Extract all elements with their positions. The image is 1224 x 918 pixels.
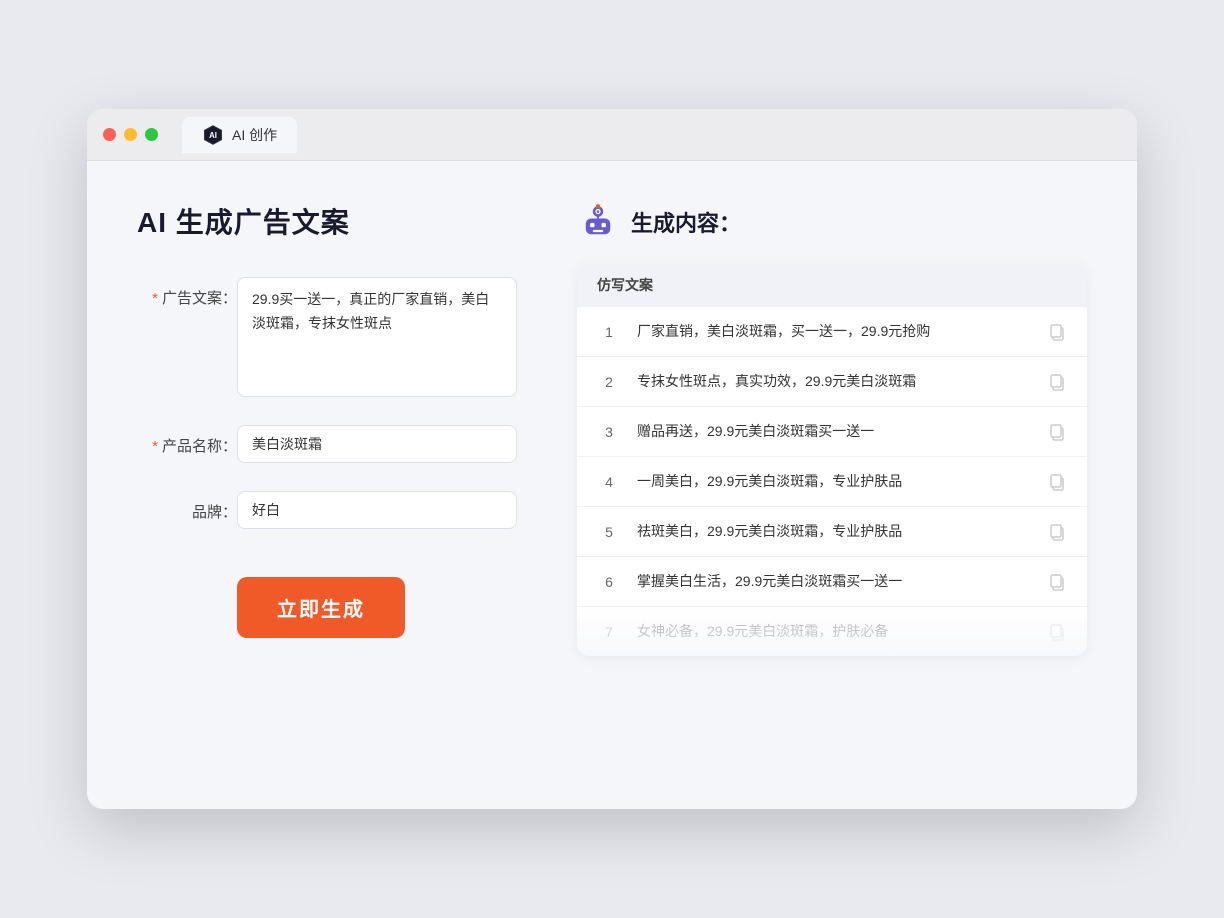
- row-text-2: 专抹女性斑点，真实功效，29.9元美白淡斑霜: [637, 371, 1031, 392]
- ad-label: *广告文案：: [137, 277, 237, 308]
- browser-content: AI 生成广告文案 *广告文案： *产品名称： 品牌： 立: [87, 161, 1137, 696]
- copy-icon-3[interactable]: [1047, 422, 1067, 442]
- result-table-wrap: 仿写文案 1 厂家直销，美白淡斑霜，买一送一，29.9元抢购 2 专抹女性斑点，…: [577, 263, 1087, 656]
- row-num-5: 5: [597, 524, 621, 540]
- tab-ai-create[interactable]: AI AI 创作: [182, 117, 297, 153]
- result-table: 仿写文案 1 厂家直销，美白淡斑霜，买一送一，29.9元抢购 2 专抹女性斑点，…: [577, 263, 1087, 656]
- maximize-button[interactable]: [145, 128, 158, 141]
- row-num-1: 1: [597, 324, 621, 340]
- left-panel: AI 生成广告文案 *广告文案： *产品名称： 品牌： 立: [137, 201, 557, 656]
- result-row: 3 赠品再送，29.9元美白淡斑霜买一送一: [577, 407, 1087, 457]
- brand-label: 品牌：: [137, 491, 237, 522]
- row-num-6: 6: [597, 574, 621, 590]
- result-row-faded: 7 女神必备，29.9元美白淡斑霜，护肤必备: [577, 607, 1087, 656]
- result-row: 2 专抹女性斑点，真实功效，29.9元美白淡斑霜: [577, 357, 1087, 407]
- page-title: AI 生成广告文案: [137, 201, 517, 241]
- header-label: 仿写文案: [597, 277, 653, 293]
- result-header: 生成内容：: [577, 201, 1087, 243]
- result-table-header: 仿写文案: [577, 263, 1087, 307]
- ad-textarea[interactable]: [237, 277, 517, 397]
- traffic-lights: [103, 128, 158, 141]
- tab-label: AI 创作: [232, 125, 277, 145]
- brand-input[interactable]: [237, 491, 517, 529]
- required-star-ad: *: [152, 290, 158, 307]
- result-row: 4 一周美白，29.9元美白淡斑霜，专业护肤品: [577, 457, 1087, 507]
- row-num-7: 7: [597, 624, 621, 640]
- row-num-4: 4: [597, 474, 621, 490]
- browser-toolbar: AI AI 创作: [87, 109, 1137, 161]
- close-button[interactable]: [103, 128, 116, 141]
- product-label: *产品名称：: [137, 425, 237, 456]
- copy-icon-7[interactable]: [1047, 622, 1067, 642]
- svg-text:AI: AI: [209, 131, 217, 140]
- row-text-4: 一周美白，29.9元美白淡斑霜，专业护肤品: [637, 471, 1031, 492]
- result-row: 1 厂家直销，美白淡斑霜，买一送一，29.9元抢购: [577, 307, 1087, 357]
- right-panel: 生成内容： 仿写文案 1 厂家直销，美白淡斑霜，买一送一，29.9元抢购: [557, 201, 1087, 656]
- row-text-1: 厂家直销，美白淡斑霜，买一送一，29.9元抢购: [637, 321, 1031, 342]
- row-text-6: 掌握美白生活，29.9元美白淡斑霜买一送一: [637, 571, 1031, 592]
- row-num-3: 3: [597, 424, 621, 440]
- form-group-product: *产品名称：: [137, 425, 517, 463]
- row-num-2: 2: [597, 374, 621, 390]
- robot-icon: [577, 201, 619, 243]
- form-group-ad: *广告文案：: [137, 277, 517, 397]
- copy-icon-5[interactable]: [1047, 522, 1067, 542]
- required-star-product: *: [152, 438, 158, 455]
- generate-button[interactable]: 立即生成: [237, 577, 405, 638]
- tab-area: AI AI 创作: [182, 117, 297, 153]
- result-row: 5 祛斑美白，29.9元美白淡斑霜，专业护肤品: [577, 507, 1087, 557]
- copy-icon-2[interactable]: [1047, 372, 1067, 392]
- copy-icon-6[interactable]: [1047, 572, 1067, 592]
- form-group-brand: 品牌：: [137, 491, 517, 529]
- row-text-5: 祛斑美白，29.9元美白淡斑霜，专业护肤品: [637, 521, 1031, 542]
- result-title: 生成内容：: [631, 206, 741, 238]
- ai-tab-icon: AI: [202, 124, 224, 146]
- browser-window: AI AI 创作 AI 生成广告文案 *广告文案： *产品名称：: [87, 109, 1137, 809]
- row-text-7: 女神必备，29.9元美白淡斑霜，护肤必备: [637, 621, 1031, 642]
- copy-icon-4[interactable]: [1047, 472, 1067, 492]
- minimize-button[interactable]: [124, 128, 137, 141]
- result-row: 6 掌握美白生活，29.9元美白淡斑霜买一送一: [577, 557, 1087, 607]
- copy-icon-1[interactable]: [1047, 322, 1067, 342]
- product-input[interactable]: [237, 425, 517, 463]
- row-text-3: 赠品再送，29.9元美白淡斑霜买一送一: [637, 421, 1031, 442]
